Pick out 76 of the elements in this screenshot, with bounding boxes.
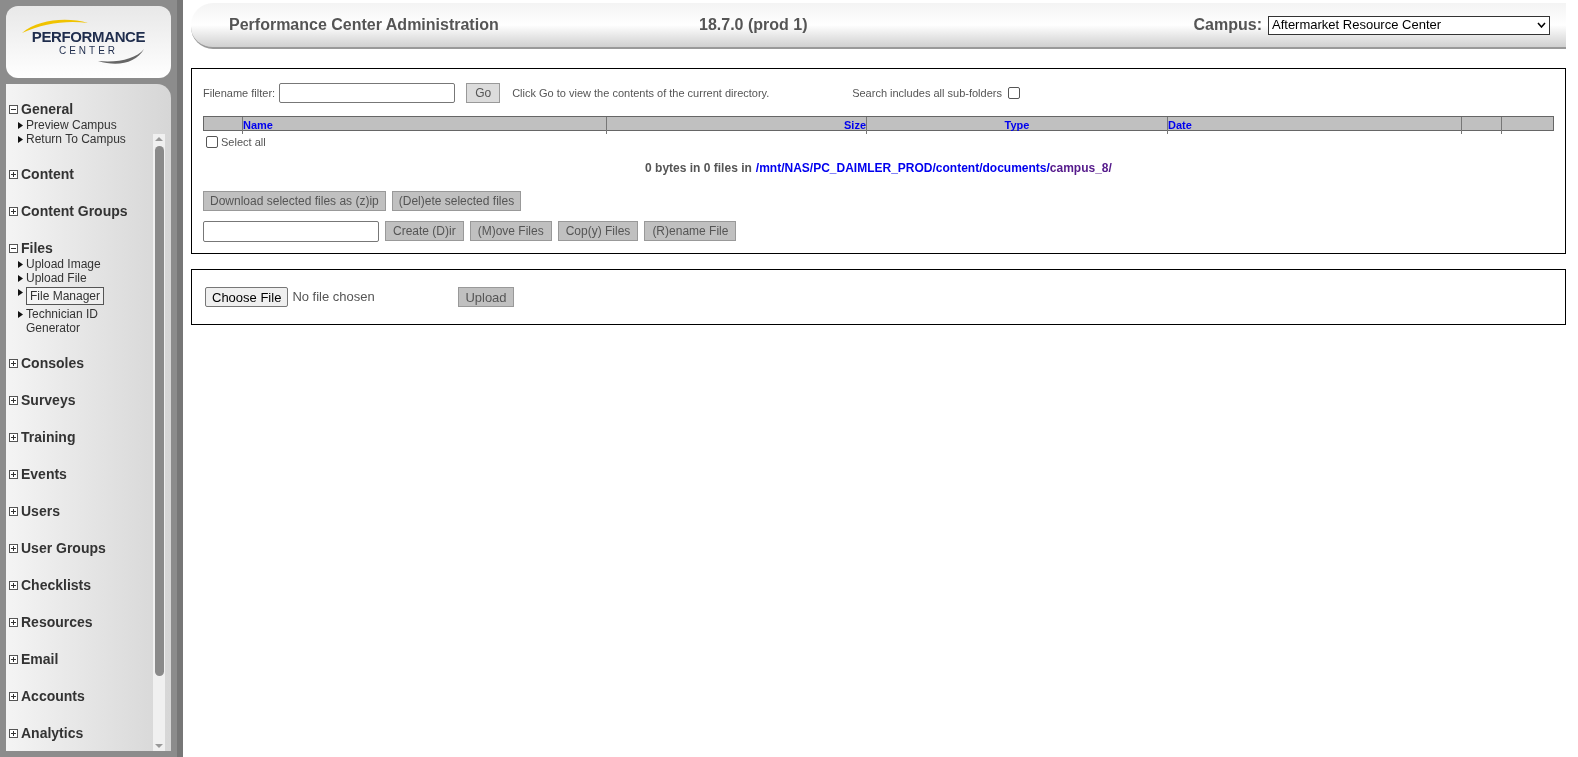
nav-section[interactable]: General [21,98,74,120]
choose-file-button[interactable]: Choose File [205,287,289,307]
go-button[interactable]: Go [466,83,501,103]
expand-icon[interactable] [9,169,18,179]
expand-icon[interactable] [9,506,18,516]
logo-title: PERFORMANCE [31,28,146,44]
collapse-icon[interactable] [9,243,18,253]
nav-section[interactable]: Email [21,648,59,670]
nav-section[interactable]: Events [21,463,67,485]
upload-button[interactable]: Upload [458,287,514,307]
nav-section[interactable]: Files [21,237,53,259]
nav-link[interactable]: Preview Campus [26,118,136,132]
version-label: 18.7.0 (prod 1) [699,15,808,35]
nav-section[interactable]: Content Groups [21,200,128,222]
nav-link[interactable]: Return To Campus [26,132,136,146]
column-header[interactable]: Size [844,117,866,134]
hint-text: Click Go to view the contents of the current directory. [512,85,771,101]
nav-link[interactable]: Upload Image [26,257,136,271]
bullet-icon [18,311,23,318]
collapse-icon[interactable] [9,104,18,114]
expand-icon[interactable] [9,691,18,701]
filter-label: Filename filter: [203,85,276,101]
campus-label: Campus: [1193,15,1262,35]
bullet-icon [18,261,23,268]
nav-section[interactable]: Accounts [21,685,85,707]
scrollbar[interactable] [153,134,165,751]
expand-icon[interactable] [9,432,18,442]
nav-section[interactable]: Resources [21,611,93,633]
summary-text: 0 bytes in 0 files in [645,159,752,177]
nav-section[interactable]: Consoles [21,352,84,374]
nav-section[interactable]: Users [21,500,60,522]
nav-link[interactable]: Upload File [26,271,136,285]
column-header[interactable]: Type [1004,117,1030,134]
bullet-icon [18,122,23,129]
expand-icon[interactable] [9,617,18,627]
expand-icon[interactable] [9,358,18,368]
bullet-icon [18,136,23,143]
select-all-label: Select all [221,135,266,150]
nav-section[interactable]: Training [21,426,76,448]
nav-section[interactable]: Checklists [21,574,92,596]
logo-subtitle: CENTER [58,45,119,56]
nav-section[interactable]: Analytics [21,722,84,744]
select-all-checkbox[interactable] [206,136,218,149]
action-button[interactable]: (R)ename File [644,221,737,241]
subfolders-label: Search includes all sub-folders [852,85,1002,101]
nav-section[interactable]: Surveys [21,389,76,411]
scroll-thumb[interactable] [154,146,164,676]
nav-section[interactable]: User Groups [21,537,106,559]
path-link[interactable]: /mnt/NAS/PC_DAIMLER_PROD/content/documents/ [755,158,1050,177]
expand-icon[interactable] [9,728,18,738]
expand-icon[interactable] [9,543,18,553]
expand-icon[interactable] [9,206,18,216]
action-button[interactable]: (M)ove Files [469,221,552,241]
expand-icon[interactable] [9,469,18,479]
action-button[interactable]: Download selected files as (z)ip [203,190,386,211]
action-button[interactable]: (Del)ete selected files [391,190,522,211]
app-title: Performance Center Administration [229,15,500,35]
caret-icon [1537,22,1546,28]
action-button[interactable]: Cop(y) Files [557,221,639,241]
expand-icon[interactable] [9,580,18,590]
nav-link[interactable]: File Manager [26,287,105,305]
folder-link[interactable]: campus_8/ [1049,158,1112,177]
bullet-icon [18,289,23,296]
campus-select[interactable]: Aftermarket Resource Center [1268,15,1550,35]
subfolders-checkbox[interactable] [1007,87,1020,99]
name-field[interactable] [203,220,379,242]
action-button[interactable]: Create (D)ir [385,221,464,241]
file-status: No file chosen [292,288,376,307]
column-header[interactable]: Date [1168,117,1192,134]
nav-section[interactable]: Content [21,163,74,185]
bullet-icon [18,275,23,282]
column-header[interactable]: Name [243,117,273,134]
expand-icon[interactable] [9,654,18,664]
filter-field[interactable] [279,83,456,103]
nav-link[interactable]: Technician ID Generator [26,307,136,335]
expand-icon[interactable] [9,395,18,405]
